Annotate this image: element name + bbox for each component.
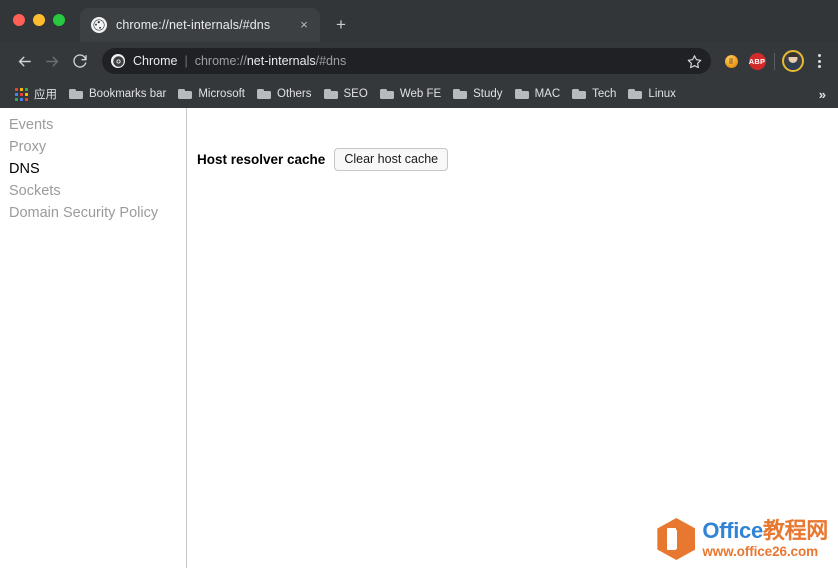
bookmark-label: Others: [277, 88, 312, 100]
bookmark-label: Web FE: [400, 88, 441, 100]
bookmark-apps-shortcut[interactable]: 应用: [9, 83, 63, 105]
sidebar: Events Proxy DNS Sockets Domain Security…: [0, 108, 187, 568]
clear-host-cache-button[interactable]: Clear host cache: [334, 148, 448, 171]
watermark-url: www.office26.com: [702, 545, 828, 559]
window-controls: [13, 14, 65, 26]
watermark: Office教程网 www.office26.com: [657, 518, 828, 560]
watermark-brand-cn: 教程网: [763, 518, 828, 543]
sidebar-item-domain-security-policy[interactable]: Domain Security Policy: [0, 202, 186, 224]
page-title: Host resolver cache: [197, 152, 325, 167]
net-internals-page: Events Proxy DNS Sockets Domain Security…: [0, 108, 838, 568]
close-tab-button[interactable]: ×: [296, 17, 312, 33]
kebab-dot-icon: [818, 60, 821, 63]
bookmark-label: Study: [473, 88, 502, 100]
browser-toolbar: Chrome | chrome://net-internals/#dns ABP: [0, 42, 838, 80]
office-logo-icon: [657, 518, 695, 560]
url-prefix: chrome://: [195, 54, 247, 68]
folder-icon: [628, 89, 642, 100]
bookmark-label: Microsoft: [198, 88, 245, 100]
bookmark-label: SEO: [344, 88, 368, 100]
bookmarks-bar: 应用 Bookmarks bar Microsoft Others SEO We…: [0, 80, 838, 108]
browser-window: chrome://net-internals/#dns × +: [0, 0, 838, 568]
kebab-dot-icon: [818, 54, 821, 57]
main-content: Host resolver cache Clear host cache: [187, 108, 838, 568]
apps-grid-icon: [15, 88, 28, 101]
folder-icon: [572, 89, 586, 100]
new-tab-button[interactable]: +: [330, 14, 352, 36]
extension-badge-icon[interactable]: [719, 49, 743, 73]
bookmark-label: Linux: [648, 88, 676, 100]
avatar[interactable]: [782, 50, 804, 72]
watermark-brand-en: Office: [702, 518, 763, 543]
omnibox-separator: |: [184, 54, 187, 68]
omnibox-chip-label: Chrome: [133, 54, 177, 68]
toolbar-divider: [774, 53, 775, 70]
host-resolver-cache-section: Host resolver cache Clear host cache: [197, 148, 838, 171]
folder-icon: [178, 89, 192, 100]
kebab-dot-icon: [818, 65, 821, 68]
sidebar-item-events[interactable]: Events: [0, 114, 186, 136]
bookmark-folder-mac[interactable]: MAC: [509, 83, 567, 105]
close-window-button[interactable]: [13, 14, 25, 26]
forward-arrow-icon: [44, 53, 61, 70]
url-suffix: /#dns: [316, 54, 347, 68]
url-host: net-internals: [247, 54, 316, 68]
bookmark-folder-web-fe[interactable]: Web FE: [374, 83, 447, 105]
bookmark-folder-bookmarks-bar[interactable]: Bookmarks bar: [63, 83, 172, 105]
bookmark-folder-others[interactable]: Others: [251, 83, 318, 105]
minimize-window-button[interactable]: [33, 14, 45, 26]
folder-icon: [324, 89, 338, 100]
back-arrow-icon: [16, 53, 33, 70]
reload-button[interactable]: [66, 47, 94, 75]
reload-icon: [72, 53, 88, 69]
tab-strip: chrome://net-internals/#dns × +: [0, 0, 838, 42]
maximize-window-button[interactable]: [53, 14, 65, 26]
folder-icon: [453, 89, 467, 100]
globe-icon: [91, 17, 107, 33]
bookmark-label: 应用: [34, 86, 57, 102]
adblock-plus-icon[interactable]: ABP: [745, 49, 769, 73]
sidebar-item-sockets[interactable]: Sockets: [0, 180, 186, 202]
omnibox-url: chrome://net-internals/#dns: [195, 54, 683, 68]
browser-tab[interactable]: chrome://net-internals/#dns ×: [80, 8, 320, 42]
bookmark-folder-tech[interactable]: Tech: [566, 83, 622, 105]
bookmark-folder-study[interactable]: Study: [447, 83, 508, 105]
sidebar-item-dns[interactable]: DNS: [0, 158, 186, 180]
address-bar[interactable]: Chrome | chrome://net-internals/#dns: [102, 48, 711, 74]
folder-icon: [257, 89, 271, 100]
bookmark-label: MAC: [535, 88, 561, 100]
folder-icon: [69, 89, 83, 100]
back-button[interactable]: [10, 47, 38, 75]
folder-icon: [515, 89, 529, 100]
tab-title: chrome://net-internals/#dns: [116, 18, 296, 32]
bookmark-star-icon[interactable]: [683, 50, 705, 72]
chrome-logo-icon: [111, 54, 125, 68]
bookmark-label: Bookmarks bar: [89, 88, 166, 100]
bookmark-folder-linux[interactable]: Linux: [622, 83, 682, 105]
sidebar-item-proxy[interactable]: Proxy: [0, 136, 186, 158]
bookmark-folder-microsoft[interactable]: Microsoft: [172, 83, 251, 105]
bookmarks-overflow-button[interactable]: »: [815, 85, 830, 104]
watermark-brand: Office教程网: [702, 520, 828, 542]
bookmark-folder-seo[interactable]: SEO: [318, 83, 374, 105]
folder-icon: [380, 89, 394, 100]
forward-button[interactable]: [38, 47, 66, 75]
chrome-menu-button[interactable]: [808, 50, 830, 72]
abp-badge-label: ABP: [749, 53, 766, 70]
bookmark-label: Tech: [592, 88, 616, 100]
